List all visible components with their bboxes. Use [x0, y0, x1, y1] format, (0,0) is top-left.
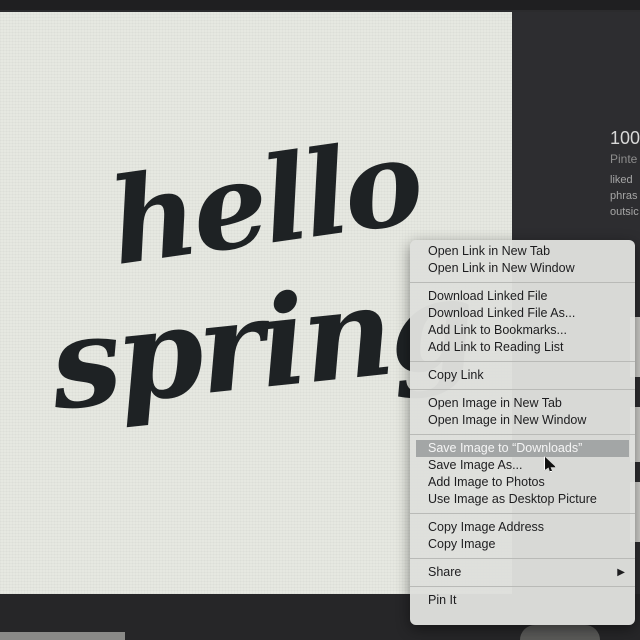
menu-separator: [410, 558, 635, 559]
menu-item-open-link-new-tab[interactable]: Open Link in New Tab: [410, 243, 635, 260]
window-top-bar: [0, 0, 640, 10]
menu-item-add-link-to-reading-list[interactable]: Add Link to Reading List: [410, 339, 635, 356]
menu-item-share-label: Share: [428, 565, 462, 579]
menu-item-download-linked-file-as[interactable]: Download Linked File As...: [410, 305, 635, 322]
menu-item-open-image-new-tab[interactable]: Open Image in New Tab: [410, 395, 635, 412]
description-line: outsic: [610, 206, 639, 218]
menu-item-use-image-as-desktop-picture[interactable]: Use Image as Desktop Picture: [410, 491, 635, 508]
menu-separator: [410, 361, 635, 362]
menu-item-copy-image[interactable]: Copy Image: [410, 536, 635, 553]
menu-item-pin-it[interactable]: Pin It: [410, 592, 635, 609]
save-count: 100: [610, 128, 640, 148]
menu-item-add-link-to-bookmarks[interactable]: Add Link to Bookmarks...: [410, 322, 635, 339]
description-line: phras: [610, 190, 638, 202]
menu-item-copy-link[interactable]: Copy Link: [410, 367, 635, 384]
menu-item-open-image-new-window[interactable]: Open Image in New Window: [410, 412, 635, 429]
description-line: liked: [610, 174, 633, 186]
source-label[interactable]: Pinte: [610, 152, 637, 166]
menu-item-save-image-as[interactable]: Save Image As...: [410, 457, 635, 474]
bottom-thumbnail[interactable]: [520, 625, 600, 640]
bottom-thumbnail[interactable]: [0, 632, 125, 640]
menu-separator: [410, 513, 635, 514]
menu-item-open-link-new-window[interactable]: Open Link in New Window: [410, 260, 635, 277]
menu-item-download-linked-file[interactable]: Download Linked File: [410, 288, 635, 305]
menu-item-copy-image-address[interactable]: Copy Image Address: [410, 519, 635, 536]
menu-item-add-image-to-photos[interactable]: Add Image to Photos: [410, 474, 635, 491]
menu-item-share[interactable]: Share ▶: [410, 564, 635, 581]
menu-separator: [410, 586, 635, 587]
menu-item-save-image-to-downloads[interactable]: Save Image to “Downloads”: [416, 440, 629, 457]
submenu-arrow-icon: ▶: [617, 567, 625, 578]
menu-separator: [410, 389, 635, 390]
context-menu: Open Link in New Tab Open Link in New Wi…: [410, 240, 635, 625]
menu-separator: [410, 434, 635, 435]
menu-separator: [410, 282, 635, 283]
